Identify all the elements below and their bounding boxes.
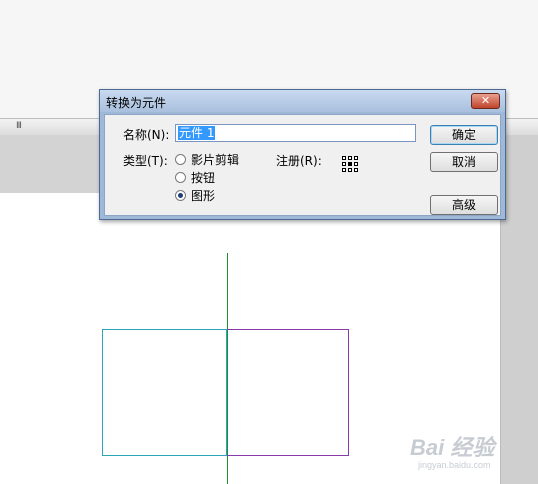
watermark: Bai 经验 jingyan.baidu.com <box>410 424 534 482</box>
type-option-label: 图形 <box>191 188 216 203</box>
convert-to-symbol-dialog: 转换为元件 ✕ 名称(N): 元件 1 类型(T): 影片剪辑 按钮 图形 注册… <box>99 89 506 220</box>
reg-point-top-center[interactable] <box>348 156 352 160</box>
radio-button[interactable] <box>175 171 186 183</box>
type-label: 类型(T): <box>123 154 168 168</box>
reg-point-middle-right[interactable] <box>354 162 358 166</box>
dialog-title: 转换为元件 <box>106 96 167 110</box>
type-option-label: 影片剪辑 <box>191 152 240 167</box>
cancel-button[interactable]: 取消 <box>430 152 498 172</box>
registration-grid[interactable] <box>342 156 362 176</box>
ok-button[interactable]: 确定 <box>430 125 498 145</box>
watermark-url: jingyan.baidu.com <box>418 460 491 470</box>
type-option-button[interactable]: 按钮 <box>175 169 215 185</box>
close-icon: ✕ <box>480 94 491 107</box>
reg-point-middle-left[interactable] <box>342 162 346 166</box>
shape-left-rectangle[interactable] <box>102 329 227 456</box>
reg-point-center[interactable] <box>348 162 352 166</box>
watermark-logo: Bai 经验 <box>410 435 495 460</box>
close-button[interactable]: ✕ <box>471 93 500 109</box>
name-input-value: 元件 1 <box>178 126 216 140</box>
type-option-movieclip[interactable]: 影片剪辑 <box>175 151 239 167</box>
dialog-body: 名称(N): 元件 1 类型(T): 影片剪辑 按钮 图形 注册(R): 确定 … <box>104 114 501 216</box>
reg-point-top-left[interactable] <box>342 156 346 160</box>
reg-point-top-right[interactable] <box>354 156 358 160</box>
radio-graphic[interactable] <box>175 189 186 201</box>
registration-label: 注册(R): <box>276 154 322 168</box>
reg-point-bottom-left[interactable] <box>342 168 346 172</box>
type-option-label: 按钮 <box>191 170 216 185</box>
reg-point-bottom-right[interactable] <box>354 168 358 172</box>
advanced-button[interactable]: 高级 <box>430 195 498 215</box>
toolbar-grip[interactable]: III <box>16 121 22 131</box>
radio-movieclip[interactable] <box>175 153 186 165</box>
dialog-titlebar[interactable]: 转换为元件 ✕ <box>100 90 505 112</box>
name-input[interactable]: 元件 1 <box>175 124 416 142</box>
name-label: 名称(N): <box>123 128 170 142</box>
reg-point-bottom-center[interactable] <box>348 168 352 172</box>
type-option-graphic[interactable]: 图形 <box>175 187 215 203</box>
shape-right-rectangle[interactable] <box>227 329 349 456</box>
